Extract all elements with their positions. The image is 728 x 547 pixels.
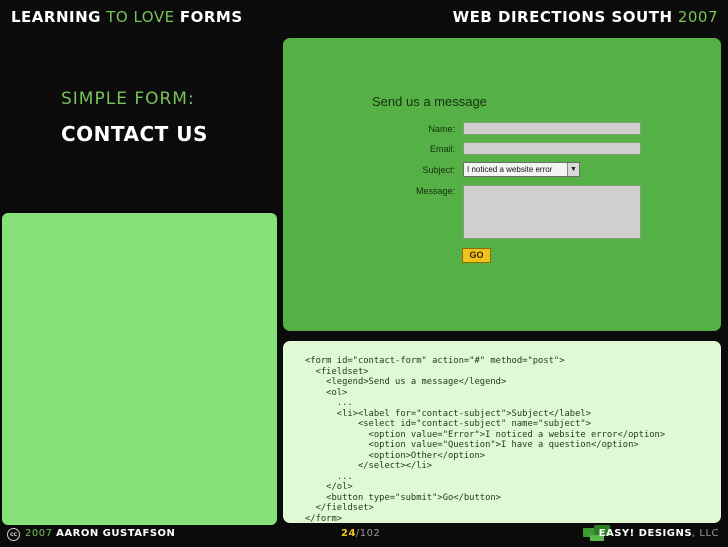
- slide-header-left: LEARNING TO LOVE FORMS: [11, 8, 243, 26]
- event-year: 2007: [677, 8, 718, 26]
- code-line: </ol>: [305, 482, 353, 492]
- slide-title: CONTACT US: [61, 122, 208, 146]
- slide-header-right: WEB DIRECTIONS SOUTH 2007: [453, 8, 718, 26]
- creative-commons-icon: cc: [7, 528, 20, 541]
- code-line: <li><label for="contact-subject">Subject…: [305, 408, 591, 419]
- code-line: </select></li>: [305, 461, 433, 471]
- code-block: <form id="contact-form" action="#" metho…: [305, 356, 665, 523]
- footer-author: AARON GUSTAFSON: [56, 528, 176, 539]
- code-line: ...: [305, 398, 353, 408]
- company-name: EASY! DESIGNS: [598, 528, 693, 539]
- code-line: <fieldset>: [305, 366, 369, 377]
- subject-label: Subject:: [422, 165, 455, 175]
- code-line: <option value="Error">I noticed a websit…: [305, 429, 666, 440]
- code-line: </fieldset>: [305, 503, 374, 513]
- company-suffix: , LLC: [692, 528, 719, 539]
- header-word-to-love: TO LOVE: [106, 8, 175, 26]
- page-current: 24: [341, 528, 356, 539]
- page-counter: 24/102: [341, 528, 380, 539]
- code-line: ...: [305, 471, 353, 482]
- subject-select[interactable]: I noticed a website error ▼: [463, 162, 580, 177]
- code-line: <button type="submit">Go</button>: [305, 492, 501, 503]
- code-line: <form id="contact-form" action="#" metho…: [305, 356, 565, 366]
- message-label: Message:: [415, 186, 455, 196]
- code-line: </form>: [305, 513, 343, 524]
- header-word-forms: FORMS: [179, 8, 243, 26]
- header-word-learning: LEARNING: [11, 8, 101, 26]
- slide-subtitle: SIMPLE FORM:: [61, 89, 195, 109]
- name-label: Name:: [428, 124, 455, 134]
- chevron-down-icon: ▼: [567, 163, 579, 176]
- go-button[interactable]: GO: [462, 248, 491, 263]
- message-textarea[interactable]: [463, 185, 641, 239]
- code-line: <ol>: [305, 387, 348, 398]
- event-name: WEB DIRECTIONS SOUTH: [452, 8, 673, 26]
- name-input[interactable]: [463, 122, 641, 135]
- form-example-panel: Send us a message Name: Email: Subject: …: [283, 38, 721, 331]
- code-line: <option value="Question">I have a questi…: [305, 440, 639, 450]
- footer-credit: 2007 AARON GUSTAFSON: [25, 528, 175, 539]
- email-label: Email:: [429, 144, 455, 154]
- code-line: <option>Other</option>: [305, 450, 486, 461]
- code-line: <legend>Send us a message</legend>: [305, 377, 507, 387]
- code-line: <select id="contact-subject" name="subje…: [305, 419, 591, 429]
- footer-company: EASY! DESIGNS, LLC: [599, 528, 719, 539]
- footer-year: 2007: [25, 528, 53, 539]
- subject-select-value: I noticed a website error: [467, 165, 553, 174]
- decorative-panel: [2, 213, 277, 525]
- page-total: /102: [355, 528, 381, 539]
- form-legend: Send us a message: [372, 94, 487, 109]
- code-panel: <form id="contact-form" action="#" metho…: [283, 341, 721, 523]
- email-input[interactable]: [463, 142, 641, 155]
